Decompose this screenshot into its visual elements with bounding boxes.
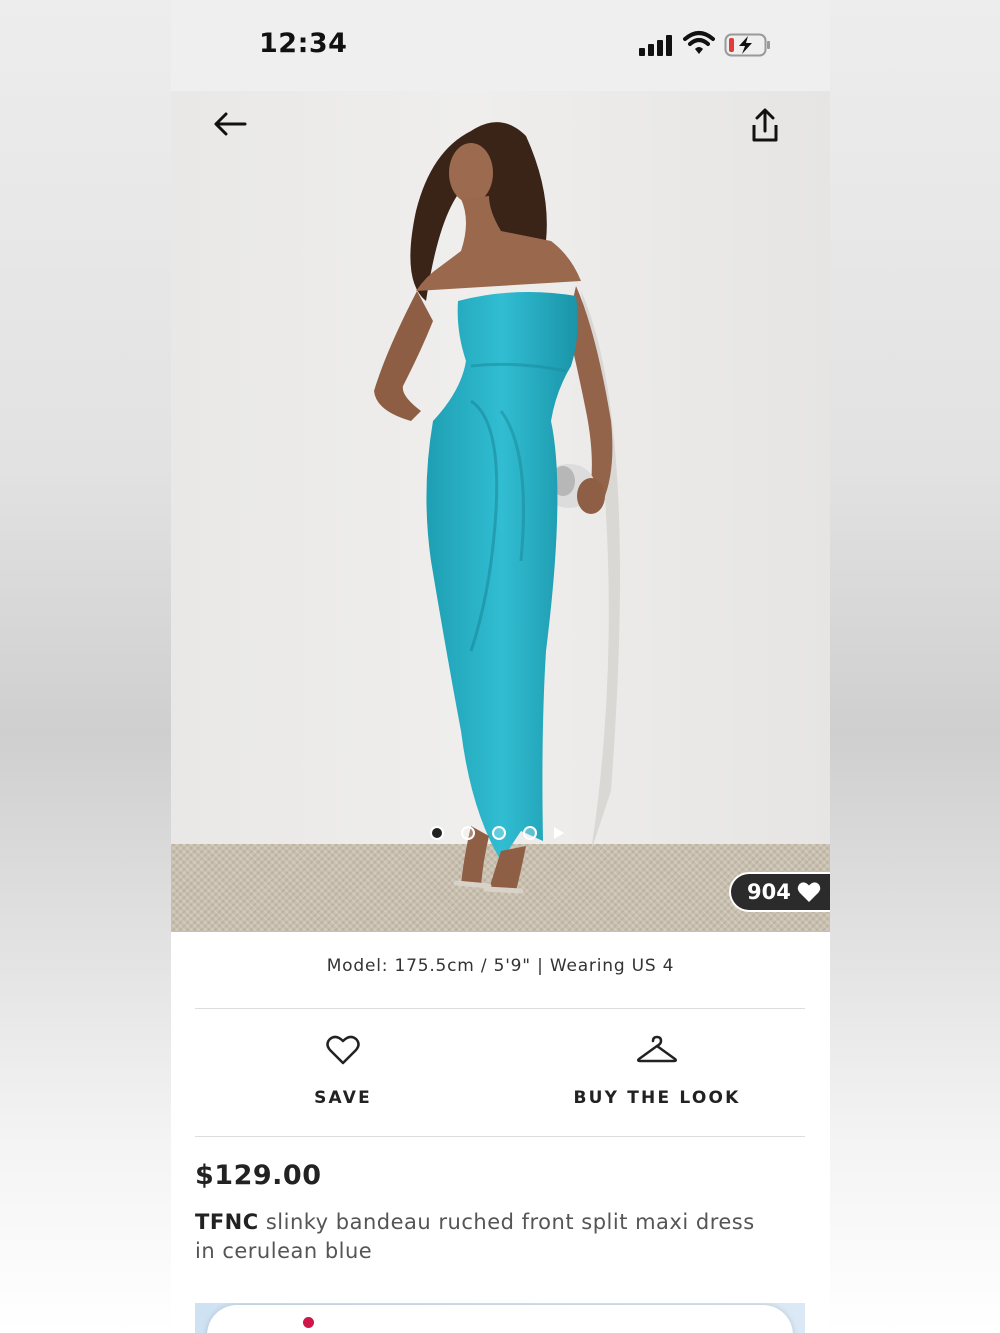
wifi-icon	[683, 31, 715, 54]
notification-dot	[303, 1317, 314, 1328]
pagination-dot[interactable]	[523, 826, 537, 840]
product-price: $129.00	[195, 1160, 322, 1191]
battery-charging-icon	[724, 33, 770, 57]
model-info: Model: 175.5cm / 5'9" | Wearing US 4	[326, 956, 675, 976]
heart-icon	[326, 1035, 360, 1065]
likes-badge[interactable]: 904	[729, 872, 830, 912]
next-arrow-icon[interactable]	[554, 827, 564, 839]
save-button[interactable]: SAVE	[223, 1035, 463, 1108]
buy-the-look-button[interactable]: BUY THE LOOK	[537, 1035, 777, 1108]
product-title[interactable]: TFNC slinky bandeau ruched front split m…	[195, 1208, 775, 1266]
product-brand: TFNC	[195, 1210, 259, 1234]
pagination-dot[interactable]	[461, 826, 475, 840]
product-name: slinky bandeau ruched front split maxi d…	[195, 1210, 755, 1263]
heart-filled-icon	[797, 882, 821, 902]
divider	[195, 1008, 805, 1009]
pagination-dot[interactable]	[430, 826, 444, 840]
save-label: SAVE	[314, 1088, 372, 1108]
app-screen: 12:34 904 Model: 175.5cm / 5'9" | Wearin…	[171, 0, 830, 1333]
product-photo	[374, 122, 620, 894]
buy-the-look-label: BUY THE LOOK	[573, 1088, 741, 1108]
pagination-dot[interactable]	[492, 826, 506, 840]
cellular-signal-icon	[639, 34, 673, 56]
promo-banner-card	[207, 1305, 793, 1333]
status-bar: 12:34	[171, 0, 830, 91]
product-image-gallery[interactable]: 904	[171, 91, 830, 932]
divider	[195, 1136, 805, 1137]
arrow-left-icon[interactable]	[211, 109, 249, 139]
hanger-icon	[636, 1035, 678, 1063]
promo-banner[interactable]	[195, 1303, 805, 1333]
share-icon[interactable]	[749, 107, 781, 143]
likes-count: 904	[747, 880, 791, 904]
status-time: 12:34	[259, 28, 348, 59]
